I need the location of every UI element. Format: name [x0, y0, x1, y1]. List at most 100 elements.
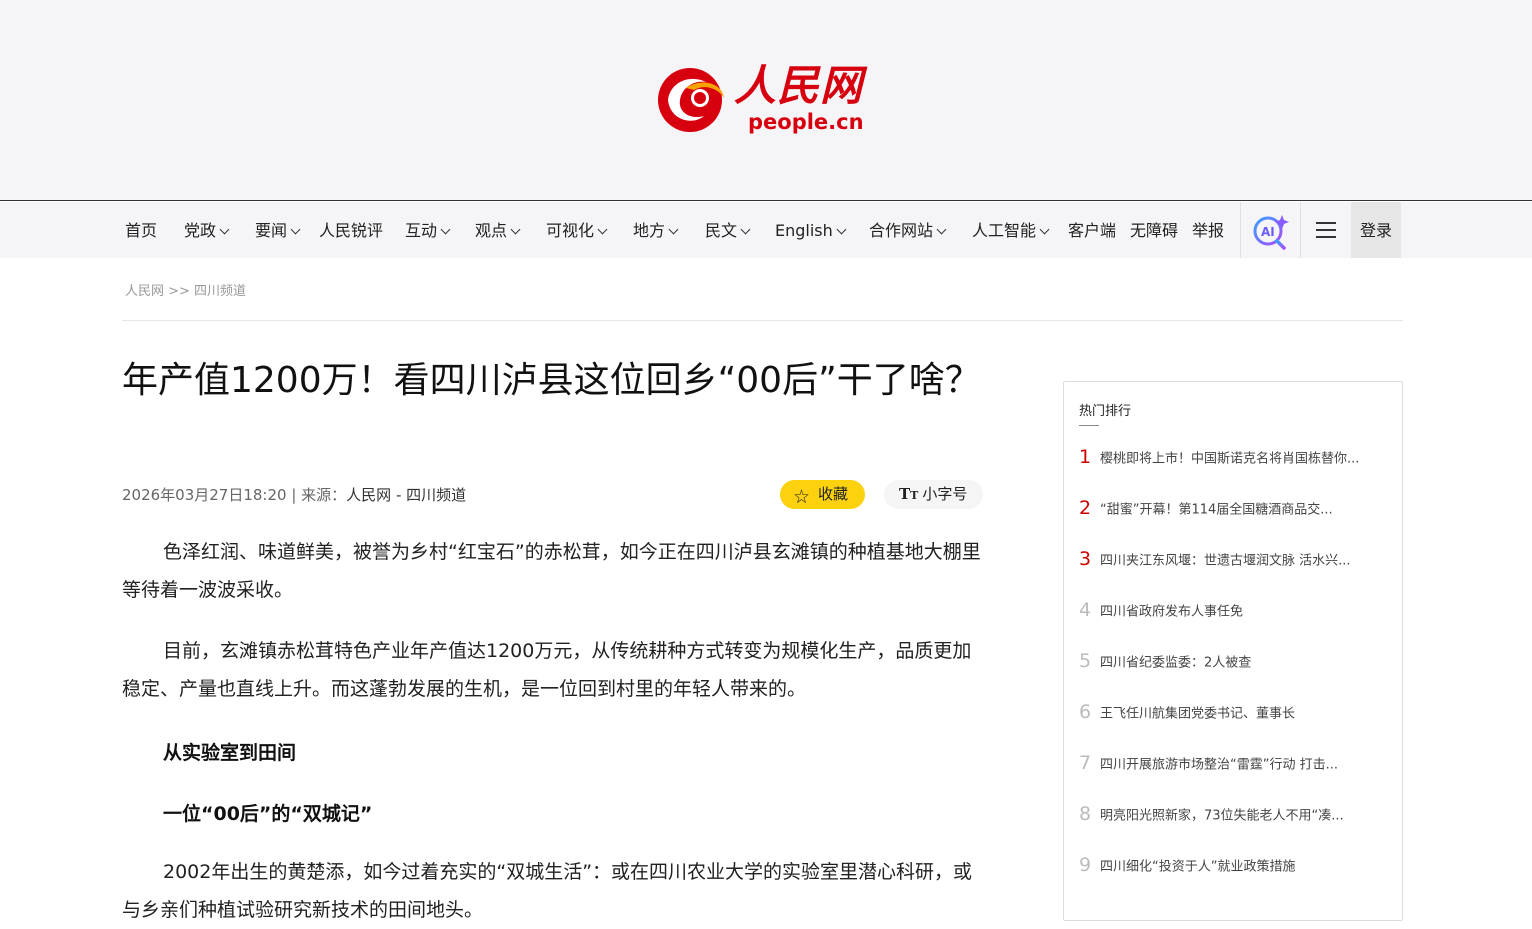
chevron-down-icon — [668, 224, 679, 235]
chevron-down-icon — [1039, 224, 1050, 235]
font-size-label: 小字号 — [922, 485, 968, 503]
favorite-label: 收藏 — [818, 485, 849, 503]
hot-ranking-item[interactable]: 4 四川省政府发布人事任免 — [1079, 599, 1389, 621]
top-banner: 人民网 people.cn — [0, 0, 1532, 201]
chevron-down-icon — [597, 224, 608, 235]
hot-title-underline — [1079, 425, 1099, 426]
nav-item-label: 人工智能 — [972, 221, 1037, 240]
nav-item-label: 地方 — [633, 221, 666, 240]
chevron-down-icon — [440, 224, 451, 235]
hot-ranking-item-text: 明亮阳光照新家，73位失能老人不用“凑... — [1100, 808, 1344, 824]
hot-ranking-item[interactable]: 3 四川夹江东风堰：世遗古堰润文脉 活水兴... — [1079, 548, 1389, 570]
article-title: 年产值1200万！看四川泸县这位回乡“00后”干了啥？ — [122, 360, 981, 401]
nav-item[interactable]: 党政 — [184, 220, 230, 242]
article-subhead: 从实验室到田间 — [163, 742, 297, 764]
rank-number: 8 — [1079, 803, 1092, 825]
logo-swirl-icon — [658, 68, 724, 132]
chevron-down-icon — [290, 224, 301, 235]
nav-item[interactable]: 无障碍 — [1130, 220, 1178, 242]
logo-text-en: people.cn — [748, 110, 864, 134]
article-meta: 2026年03月27日18:20 | 来源：人民网 - 四川频道 — [122, 484, 466, 505]
svg-text:AI: AI — [1261, 225, 1275, 239]
article-paragraph: 色泽红润、味道鲜美，被誉为乡村“红宝石”的赤松茸，如今正在四川泸县玄滩镇的种植基… — [122, 541, 981, 601]
login-button[interactable]: 登录 — [1351, 202, 1401, 258]
source-label: | 来源： — [286, 486, 347, 504]
rank-number: 1 — [1079, 446, 1092, 468]
nav-item[interactable]: 地方 — [633, 220, 679, 242]
nav-item-label: 举报 — [1192, 221, 1225, 240]
menu-icon — [1316, 222, 1336, 224]
hot-ranking-title: 热门排行 — [1079, 404, 1132, 419]
nav-item[interactable]: 人工智能 — [972, 220, 1050, 242]
article-paragraph: 2002年出生的黄楚添，如今过着充实的“双城生活”：或在四川农业大学的实验室里潜… — [122, 861, 973, 921]
nav-item-label: 要闻 — [255, 221, 288, 240]
favorite-button[interactable]: ☆ 收藏 — [780, 480, 865, 509]
rank-number: 4 — [1079, 599, 1092, 621]
nav-item[interactable]: 观点 — [475, 220, 521, 242]
nav-item[interactable]: English — [775, 220, 847, 242]
hot-ranking-item[interactable]: 1 樱桃即将上市！中国斯诺克名将肖国栋替你... — [1079, 446, 1389, 468]
chevron-down-icon — [836, 224, 847, 235]
nav-item[interactable]: 举报 — [1192, 220, 1224, 242]
chevron-down-icon — [936, 224, 947, 235]
nav-item[interactable]: 民文 — [705, 220, 751, 242]
hot-ranking-item-text: 樱桃即将上市！中国斯诺克名将肖国栋替你... — [1100, 451, 1360, 467]
nav-item-label: 人民锐评 — [319, 221, 384, 240]
article-paragraph: 目前，玄滩镇赤松茸特色产业年产值达1200万元，从传统耕种方式转变为规模化生产，… — [122, 640, 972, 700]
rank-number: 2 — [1079, 497, 1092, 519]
rank-number: 6 — [1079, 701, 1092, 723]
nav-item[interactable]: 合作网站 — [869, 220, 947, 242]
rank-number: 7 — [1079, 752, 1092, 774]
hot-ranking-item-text: 王飞任川航集团党委书记、董事长 — [1100, 706, 1296, 722]
star-icon: ☆ — [793, 486, 811, 508]
logo-text-cn: 人民网 — [734, 61, 864, 110]
font-size-icon: TT — [899, 485, 919, 503]
nav-item-label: 无障碍 — [1130, 221, 1179, 240]
breadcrumb[interactable]: 人民网 >> 四川频道 — [125, 280, 246, 299]
chevron-down-icon — [740, 224, 751, 235]
rank-number: 3 — [1079, 548, 1092, 570]
nav-item-label: 民文 — [705, 221, 738, 240]
chevron-down-icon — [510, 224, 521, 235]
nav-item[interactable]: 互动 — [405, 220, 451, 242]
hot-ranking-item[interactable]: 8 明亮阳光照新家，73位失能老人不用“凑... — [1079, 803, 1389, 825]
hot-ranking-item[interactable]: 5 四川省纪委监委：2人被查 — [1079, 650, 1389, 672]
hot-ranking-item-text: 四川开展旅游市场整治“雷霆”行动 打击... — [1100, 757, 1338, 773]
people-cn-logo[interactable]: 人民网 people.cn — [656, 54, 871, 138]
nav-item[interactable]: 人民锐评 — [319, 220, 383, 242]
ai-search-icon: AI — [1253, 215, 1289, 250]
hot-ranking-item-text: 四川省政府发布人事任免 — [1100, 604, 1244, 620]
rank-number: 9 — [1079, 854, 1092, 876]
nav-item-label: 首页 — [125, 221, 158, 240]
hot-ranking-item-text: “甜蜜”开幕！第114届全国糖酒商品交... — [1100, 502, 1333, 518]
nav-item[interactable]: 要闻 — [255, 220, 301, 242]
nav-item-label: 可视化 — [546, 221, 595, 240]
hot-ranking-item[interactable]: 6 王飞任川航集团党委书记、董事长 — [1079, 701, 1389, 723]
article-date: 2026年03月27日18:20 — [122, 486, 287, 504]
hot-ranking-item[interactable]: 7 四川开展旅游市场整治“雷霆”行动 打击... — [1079, 752, 1389, 774]
nav-item-label: 合作网站 — [869, 221, 934, 240]
nav-item[interactable]: 可视化 — [546, 220, 608, 242]
nav-item[interactable]: 首页 — [125, 220, 157, 242]
rank-number: 5 — [1079, 650, 1092, 672]
menu-button[interactable] — [1301, 202, 1351, 258]
font-size-button[interactable]: TT 小字号 — [884, 480, 983, 509]
nav-item-label: 观点 — [475, 221, 508, 240]
ai-assistant-button[interactable]: AI — [1240, 202, 1301, 258]
hot-ranking-item[interactable]: 2 “甜蜜”开幕！第114届全国糖酒商品交... — [1079, 497, 1389, 519]
menu-icon-bar — [1316, 229, 1336, 231]
chevron-down-icon — [219, 224, 230, 235]
main-navbar: AI 登录 首页 党政 要闻 人民锐评 互动 观点 可视化 地方 民文 English 合作网站 人工… — [0, 202, 1532, 258]
nav-item-label: 党政 — [184, 221, 217, 240]
hot-ranking-item-text: 四川省纪委监委：2人被查 — [1100, 655, 1252, 671]
article-source[interactable]: 人民网 - 四川频道 — [346, 486, 466, 504]
article-subhead: 一位“00后”的“双城记” — [163, 803, 373, 825]
hot-ranking-item-text: 四川细化“投资于人”就业政策措施 — [1100, 859, 1296, 875]
menu-icon-bar — [1316, 236, 1336, 238]
nav-item-label: 客户端 — [1068, 221, 1117, 240]
hot-ranking-item[interactable]: 9 四川细化“投资于人”就业政策措施 — [1079, 854, 1389, 876]
nav-item-label: 互动 — [405, 221, 438, 240]
nav-item-label: English — [775, 221, 833, 240]
hot-ranking-item-text: 四川夹江东风堰：世遗古堰润文脉 活水兴... — [1100, 553, 1351, 569]
nav-item[interactable]: 客户端 — [1068, 220, 1116, 242]
